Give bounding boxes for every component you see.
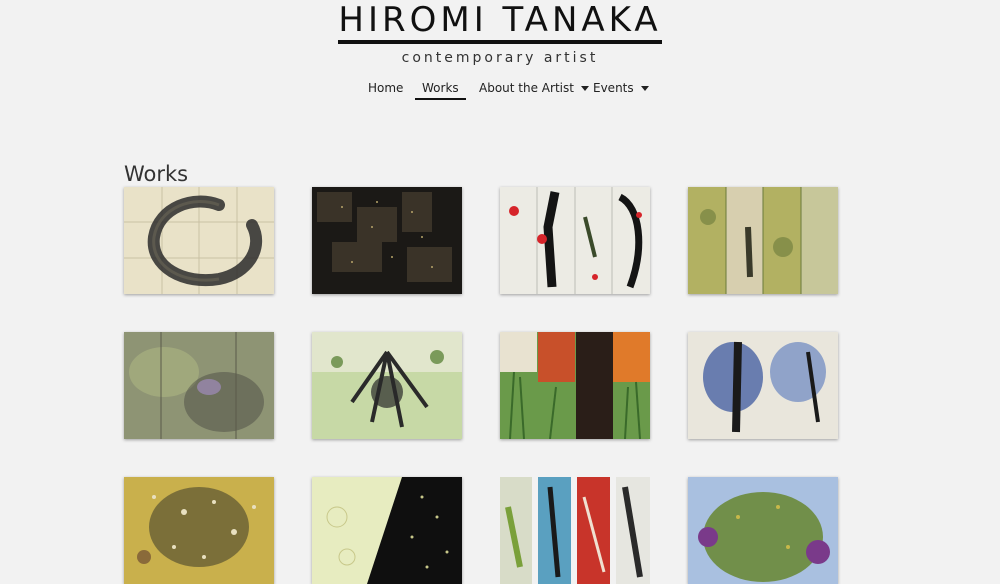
site-title[interactable]: HIROMI TANAKA: [338, 0, 662, 44]
artwork-thumbnail[interactable]: [500, 187, 650, 294]
page-title: Works: [124, 162, 189, 187]
artwork-thumbnail[interactable]: [124, 477, 274, 584]
nav-item-works[interactable]: Works: [415, 78, 466, 100]
artwork-thumbnail[interactable]: [500, 477, 650, 584]
nav-item-events[interactable]: Events: [593, 78, 649, 98]
artwork-thumbnail[interactable]: [688, 332, 838, 439]
caret-down-icon: [640, 86, 649, 91]
caret-down-icon: [580, 86, 589, 91]
nav-item-label: About the Artist: [479, 81, 574, 95]
artwork-thumbnail[interactable]: [688, 477, 838, 584]
artwork-thumbnail[interactable]: [124, 187, 274, 294]
artwork-thumbnail[interactable]: [500, 332, 650, 439]
artwork-thumbnail[interactable]: [312, 332, 462, 439]
nav-item-about-the-artist[interactable]: About the Artist: [479, 78, 589, 98]
artwork-thumbnail[interactable]: [312, 187, 462, 294]
site-tagline: contemporary artist: [401, 50, 599, 66]
artwork-thumbnail[interactable]: [312, 477, 462, 584]
nav-item-label: Works: [422, 81, 459, 95]
nav-item-label: Home: [368, 81, 404, 95]
nav-item-home[interactable]: Home: [368, 78, 403, 98]
artwork-thumbnail[interactable]: [688, 187, 838, 294]
main-nav: Home Works About the Artist Events: [0, 78, 1000, 102]
nav-item-label: Events: [593, 81, 634, 95]
artwork-thumbnail[interactable]: [124, 332, 274, 439]
